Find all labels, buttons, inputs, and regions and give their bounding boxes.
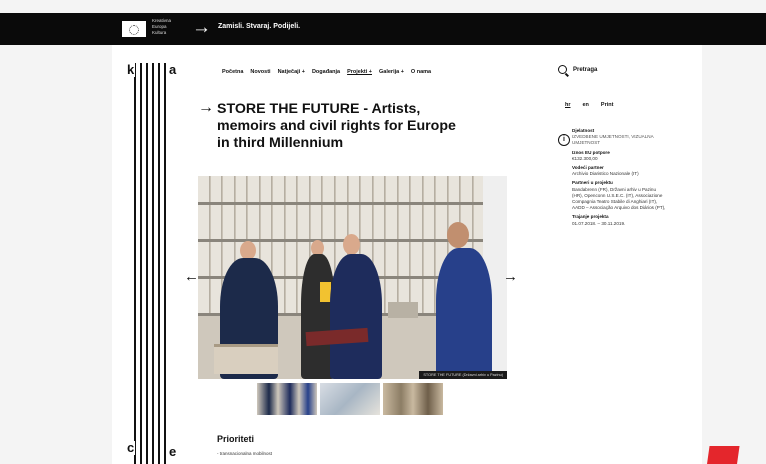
eu-amount-value: €132.300,00 (572, 155, 598, 161)
eu-flag-icon (122, 21, 146, 37)
partners-value: Bandabrenn (FR), Državni arhiv u Pazinu … (572, 186, 666, 211)
gallery-thumbnail[interactable] (257, 383, 317, 415)
project-details: i Djelatnost IZVEDBENE UMJETNOSTI, VIZUA… (558, 128, 668, 230)
arrow-right-icon: → (192, 17, 211, 38)
gallery-main-photo[interactable]: STORE THE FUTURE (Državni arhiv u Pazinu… (198, 176, 507, 379)
red-accent-shape (706, 446, 740, 464)
logo-letter-k: k (126, 62, 136, 77)
lead-partner-value: Archivio Diaristico Nazionale (IT) (572, 171, 639, 177)
logo-letter-c: c (126, 440, 136, 455)
search-icon (558, 65, 567, 74)
nav-item-projekti[interactable]: Projekti + (347, 69, 372, 75)
kultura-logo[interactable]: k a c e (126, 62, 178, 464)
language-switcher: hr en Print (565, 102, 613, 108)
field-value: IZVEDBENE UMJETNOSTI, VIZUALNA UMJETNOST (572, 134, 654, 146)
logo-letter-a: a (168, 62, 178, 77)
priorities-heading: Prioriteti (217, 434, 255, 444)
duration-value: 01.07.2018. – 30.11.2019. (572, 220, 626, 226)
arrow-right-icon: → (198, 99, 214, 116)
banner-tagline[interactable]: Zamisli. Stvaraj. Podijeli. (218, 23, 300, 30)
top-banner: Kreativna Europa Kultura → Zamisli. Stva… (0, 13, 766, 45)
search-label: Pretraga (573, 66, 598, 73)
logo-letter-e: e (168, 444, 178, 459)
nav-item-pocetna[interactable]: Početna (222, 69, 243, 75)
search-button[interactable]: Pretraga (558, 65, 597, 74)
main-nav: Početna Novosti Natječaji + Događanja Pr… (222, 69, 431, 75)
page-title: STORE THE FUTURE - Artists, memoirs and … (217, 101, 456, 151)
nav-item-dogadanja[interactable]: Događanja (312, 69, 340, 75)
nav-item-o-nama[interactable]: O nama (411, 69, 431, 75)
priority-item: - transnacionalna mobilnost (217, 451, 273, 456)
nav-item-galerija[interactable]: Galerija + (379, 69, 404, 75)
lang-hr[interactable]: hr (565, 102, 571, 108)
gallery-thumbnails (257, 383, 443, 415)
lang-en[interactable]: en (583, 102, 589, 108)
gallery-thumbnail[interactable] (320, 383, 380, 415)
photo-caption: STORE THE FUTURE (Državni arhiv u Pazinu… (419, 371, 507, 379)
print-link[interactable]: Print (601, 102, 614, 108)
page-content: k a c e Početna Novosti Natječaji + Doga… (112, 45, 702, 464)
info-icon: i (558, 134, 570, 146)
nav-item-novosti[interactable]: Novosti (250, 69, 270, 75)
gallery-thumbnail[interactable] (383, 383, 443, 415)
gallery-prev-button[interactable]: ← (184, 268, 199, 285)
eu-program-label: Kreativna Europa Kultura (152, 18, 172, 35)
nav-item-natjecaji[interactable]: Natječaji + (278, 69, 305, 75)
gallery-next-button[interactable]: → (503, 268, 518, 285)
